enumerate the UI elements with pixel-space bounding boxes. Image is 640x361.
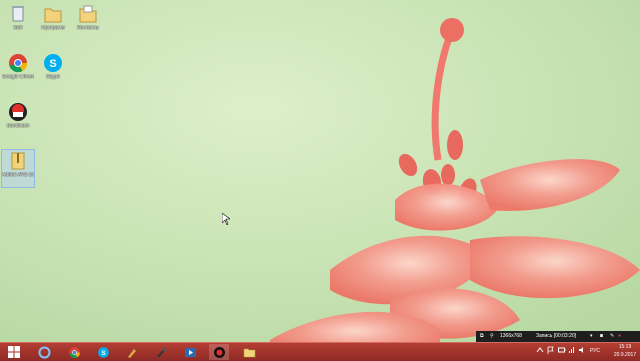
recording-status: Запись [00:03:20] bbox=[536, 333, 577, 339]
taskbar-app-mic[interactable] bbox=[151, 344, 171, 360]
search-icon[interactable]: ⚲ bbox=[490, 331, 494, 342]
svg-text:S: S bbox=[49, 58, 56, 70]
screen-icon[interactable]: ⧉ bbox=[480, 331, 484, 342]
pen-icon[interactable]: ✎ bbox=[610, 331, 614, 342]
stop-icon[interactable]: ● bbox=[618, 331, 621, 342]
recording-resolution: 1366x768 bbox=[500, 333, 522, 339]
internet-explorer-icon bbox=[38, 346, 50, 358]
chrome-icon bbox=[9, 54, 28, 73]
desktop-icon-label: Adobe AVS 3.0 bbox=[2, 172, 34, 178]
desktop-icon-label: Контакты bbox=[77, 25, 99, 31]
microphone-icon bbox=[156, 347, 166, 358]
record-icon bbox=[213, 346, 225, 358]
network-icon[interactable] bbox=[568, 346, 576, 354]
volume-icon[interactable] bbox=[578, 346, 586, 354]
mouse-cursor bbox=[222, 213, 230, 225]
desktop-icon-label: Skype bbox=[46, 74, 60, 80]
desktop-icon-adobe-avs[interactable]: Adobe AVS 3.0 bbox=[1, 149, 35, 188]
recording-toolbar: ⧉ ⚲ 1366x768 Запись [00:03:20] ▾ ◙ ✎ ● bbox=[476, 331, 640, 342]
desktop-icon-label: Кой bbox=[13, 25, 23, 31]
recycle-bin-icon bbox=[12, 6, 24, 22]
taskbar-bandicam[interactable] bbox=[209, 344, 229, 360]
video-player-icon bbox=[184, 347, 196, 357]
folder-icon bbox=[79, 5, 97, 23]
taskbar-app-settings[interactable] bbox=[122, 344, 142, 360]
chrome-icon bbox=[68, 346, 80, 358]
taskbar-chrome[interactable] bbox=[64, 344, 84, 360]
desktop-icon-programs-folder[interactable]: Программ bbox=[37, 3, 69, 31]
battery-icon[interactable] bbox=[558, 346, 566, 354]
windows-logo-icon bbox=[8, 346, 20, 358]
desktop-icon-bandicam[interactable]: Bandicam bbox=[2, 101, 34, 129]
start-button[interactable] bbox=[4, 344, 24, 360]
desktop-icon-label: Bandicam bbox=[6, 123, 30, 129]
input-language-indicator[interactable]: РУС bbox=[590, 348, 600, 354]
taskbar-internet-explorer[interactable] bbox=[34, 344, 54, 360]
skype-icon: S bbox=[97, 346, 109, 358]
taskbar-file-explorer[interactable] bbox=[239, 344, 259, 360]
desktop-icon-contacts-folder[interactable]: Контакты bbox=[72, 3, 104, 31]
show-hidden-icons-icon[interactable] bbox=[536, 346, 544, 354]
desktop-wallpaper bbox=[0, 0, 640, 360]
taskbar-skype[interactable]: S bbox=[93, 344, 113, 360]
skype-icon: S bbox=[44, 54, 62, 72]
menu-arrow-icon[interactable]: ▾ bbox=[590, 331, 593, 342]
tools-icon bbox=[127, 348, 136, 358]
desktop-icon-skype[interactable]: S Skype bbox=[37, 52, 69, 80]
desktop-icon-google-chrome[interactable]: Google Chrome bbox=[2, 52, 34, 80]
flag-icon[interactable] bbox=[547, 346, 555, 354]
desktop-icon-label: Google Chrome bbox=[2, 74, 34, 80]
folder-icon bbox=[44, 8, 62, 23]
desktop-icon-label: Программ bbox=[41, 25, 65, 31]
svg-text:S: S bbox=[101, 349, 106, 356]
taskbar: S bbox=[0, 342, 640, 361]
taskbar-app-video[interactable] bbox=[180, 344, 200, 360]
camera-icon[interactable]: ◙ bbox=[600, 331, 603, 342]
folder-icon bbox=[243, 348, 255, 357]
clock-date: 20.9.2017 bbox=[613, 352, 637, 358]
desktop-icon-recycle-bin[interactable]: Кой bbox=[2, 3, 34, 31]
taskbar-clock[interactable]: 15:19 20.9.2017 bbox=[610, 342, 640, 360]
clock-time: 15:19 bbox=[618, 344, 632, 350]
bandicam-icon bbox=[9, 103, 27, 121]
archive-icon bbox=[11, 152, 25, 170]
